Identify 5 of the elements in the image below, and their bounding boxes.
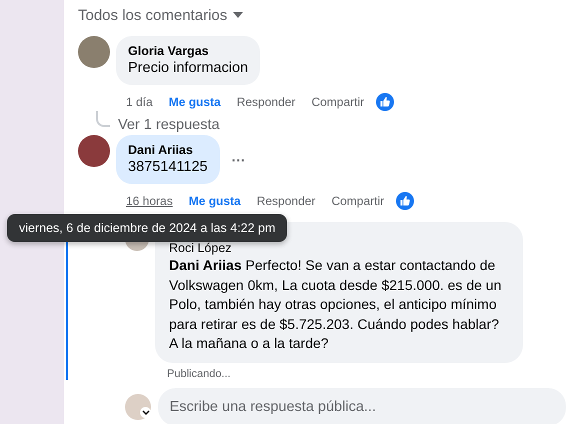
comment-text: Precio informacion <box>128 59 248 78</box>
date-tooltip: viernes, 6 de diciembre de 2024 a las 4:22 pm <box>7 214 288 242</box>
reply-text: Dani Ariias Perfecto! Se van a estar contactando de Volkswagen 0km, La cuota desde $215.000. es de un Polo, también hay otras opciones, el anticipo mínimo para retirar es de $5.725.203. Cuándo podes hablar? A la mañana o a la tarde? <box>169 256 502 353</box>
posting-status: Publicando... <box>166 366 232 380</box>
comment-text: 3875141125 <box>128 158 208 177</box>
